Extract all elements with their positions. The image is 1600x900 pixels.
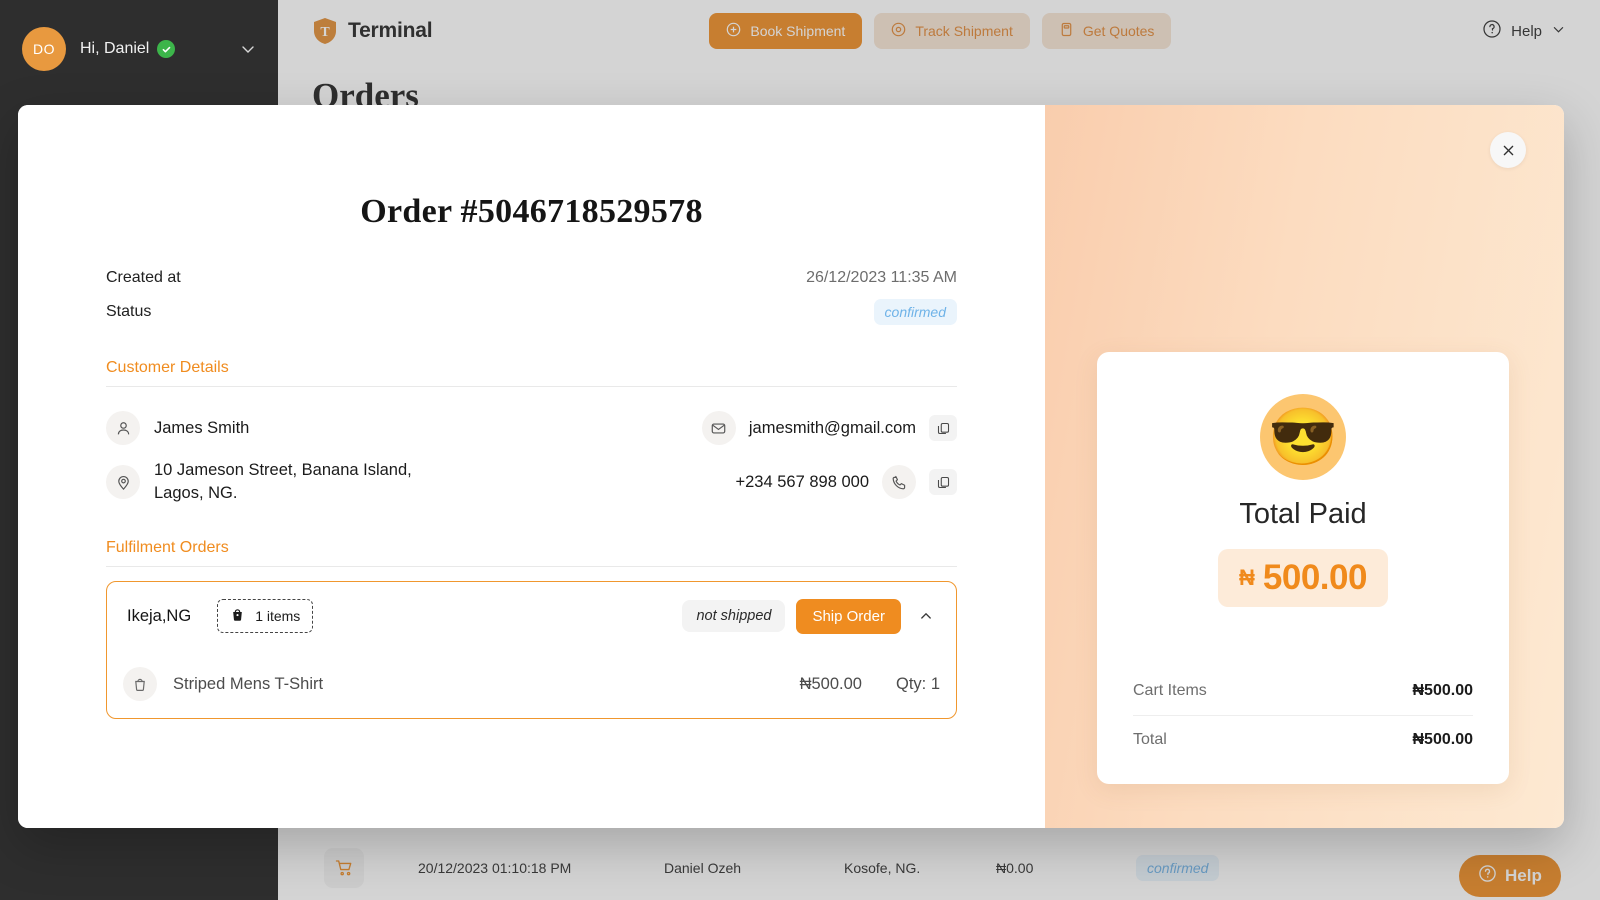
status-row: Status confirmed <box>106 295 957 329</box>
customer-name-group: James Smith <box>106 411 626 445</box>
total-paid-amount: ₦ 500.00 <box>1218 549 1388 607</box>
order-details-modal: Order #5046718529578 Created at 26/12/20… <box>18 105 1564 828</box>
copy-email-button[interactable] <box>929 415 957 441</box>
user-icon <box>106 411 140 445</box>
amount-value: 500.00 <box>1262 558 1368 597</box>
currency-symbol: ₦ <box>1239 565 1255 590</box>
app-root: T Terminal Book Shipment Track Shipment … <box>0 0 1600 900</box>
fulfilment-line-item: Striped Mens T-Shirt ₦500.00 Qty: 1 <box>123 650 940 718</box>
location-pin-icon <box>106 465 140 499</box>
shipping-status-badge: not shipped <box>682 600 786 632</box>
customer-phone-group: +234 567 898 000 <box>735 465 957 499</box>
avatar: DO <box>22 27 66 71</box>
ship-order-button[interactable]: Ship Order <box>796 598 901 634</box>
customer-details: James Smith jamesmith@gmail.com 10 James… <box>18 401 1045 509</box>
address-line-1: 10 Jameson Street, Banana Island, <box>154 461 412 480</box>
cart-items-value: ₦500.00 <box>1412 682 1474 699</box>
modal-left-panel: Order #5046718529578 Created at 26/12/20… <box>18 105 1045 828</box>
items-count-badge: 1 items <box>217 599 314 633</box>
created-at-row: Created at 26/12/2023 11:35 AM <box>106 261 957 295</box>
customer-address-row: 10 Jameson Street, Banana Island, Lagos,… <box>106 455 957 509</box>
fulfilment-order-header: Ikeja,NG 1 items not shipped Ship Order <box>123 582 940 650</box>
item-price: ₦500.00 <box>799 674 862 693</box>
customer-name: James Smith <box>154 418 250 437</box>
order-meta: Created at 26/12/2023 11:35 AM Status co… <box>18 261 1045 329</box>
created-at-value: 26/12/2023 11:35 AM <box>806 269 957 286</box>
customer-name-row: James Smith jamesmith@gmail.com <box>106 401 957 455</box>
address-line-2: Lagos, NG. <box>154 484 238 502</box>
customer-details-header: Customer Details <box>18 359 1045 387</box>
fulfilment-actions: not shipped Ship Order <box>682 598 940 634</box>
summary-row-total: Total ₦500.00 <box>1133 715 1473 763</box>
item-name: Striped Mens T-Shirt <box>173 674 324 693</box>
status-label: Status <box>106 303 152 320</box>
created-at-label: Created at <box>106 269 181 286</box>
sidebar-user-menu[interactable]: DO Hi, Daniel <box>22 26 258 72</box>
summary-row-cart-items: Cart Items ₦500.00 <box>1133 667 1473 715</box>
item-meta: ₦500.00 Qty: 1 <box>800 675 940 694</box>
customer-phone: +234 567 898 000 <box>735 472 869 491</box>
customer-address: 10 Jameson Street, Banana Island, Lagos,… <box>154 459 412 505</box>
fulfilment-location: Ikeja,NG <box>127 606 192 625</box>
shopping-bag-icon <box>230 607 245 625</box>
envelope-icon <box>701 411 736 445</box>
item-qty: Qty: 1 <box>895 674 940 693</box>
fulfilment-orders-title: Fulfilment Orders <box>106 539 229 556</box>
divider <box>106 386 957 387</box>
items-count-label: 1 items <box>255 608 301 624</box>
customer-details-title: Customer Details <box>106 359 229 376</box>
copy-phone-button[interactable] <box>929 469 957 495</box>
chevron-down-icon <box>238 39 258 59</box>
chevron-up-icon[interactable] <box>912 604 940 628</box>
modal-right-panel: 😎 Total Paid ₦ 500.00 Cart Items ₦500.00… <box>1045 105 1564 828</box>
divider <box>106 566 957 567</box>
total-value: ₦500.00 <box>1412 730 1474 748</box>
shopping-bag-icon <box>123 667 157 701</box>
sunglasses-emoji-icon: 😎 <box>1260 394 1346 480</box>
total-paid-label: Total Paid <box>1239 498 1367 530</box>
summary-rows: Cart Items ₦500.00 Total ₦500.00 <box>1133 667 1473 763</box>
status-badge: confirmed <box>873 299 957 325</box>
order-title: Order #5046718529578 <box>360 193 703 230</box>
greeting-label: Hi, Daniel <box>80 40 150 57</box>
customer-email-group: jamesmith@gmail.com <box>701 411 957 445</box>
total-label: Total <box>1133 730 1167 748</box>
check-badge-icon <box>157 40 176 58</box>
close-icon[interactable] <box>1490 132 1526 168</box>
phone-icon <box>882 465 916 499</box>
cart-items-label: Cart Items <box>1133 682 1207 699</box>
customer-email: jamesmith@gmail.com <box>748 418 916 437</box>
fulfilment-order-card: Ikeja,NG 1 items not shipped Ship Order … <box>106 581 957 719</box>
payment-summary-card: 😎 Total Paid ₦ 500.00 Cart Items ₦500.00… <box>1097 352 1509 784</box>
fulfilment-orders-header: Fulfilment Orders <box>18 539 1045 567</box>
customer-address-group: 10 Jameson Street, Banana Island, Lagos,… <box>106 459 626 505</box>
